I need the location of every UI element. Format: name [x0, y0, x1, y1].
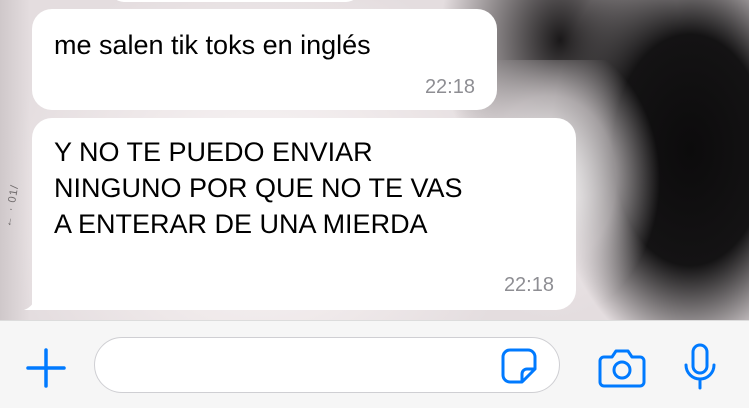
- message-bubble[interactable]: Y NO TE PUEDO ENVIAR NINGUNO POR QUE NO …: [32, 118, 576, 310]
- plus-icon: [26, 348, 66, 388]
- previous-message-bubble[interactable]: [110, 0, 360, 2]
- message-input[interactable]: [94, 337, 560, 393]
- message-text: Y NO TE PUEDO ENVIAR NINGUNO POR QUE NO …: [54, 137, 463, 239]
- camera-button[interactable]: [598, 348, 646, 388]
- message-timestamp: 22:18: [424, 76, 475, 98]
- message-bubble[interactable]: me salen tik toks en inglés 22:18: [32, 9, 497, 110]
- wallpaper-edge: [0, 0, 30, 320]
- camera-icon: [598, 349, 646, 388]
- sticker-button[interactable]: [500, 347, 538, 385]
- chat-screen: ← · 01/ me salen tik toks en inglés 22:1…: [0, 0, 749, 408]
- microphone-button[interactable]: [682, 343, 718, 391]
- message-composer: [0, 320, 749, 408]
- attach-button[interactable]: [25, 347, 67, 389]
- message-timestamp: 22:18: [503, 274, 554, 296]
- sticker-icon: [501, 348, 537, 384]
- microphone-icon: [684, 343, 716, 390]
- message-text: me salen tik toks en inglés: [54, 30, 371, 60]
